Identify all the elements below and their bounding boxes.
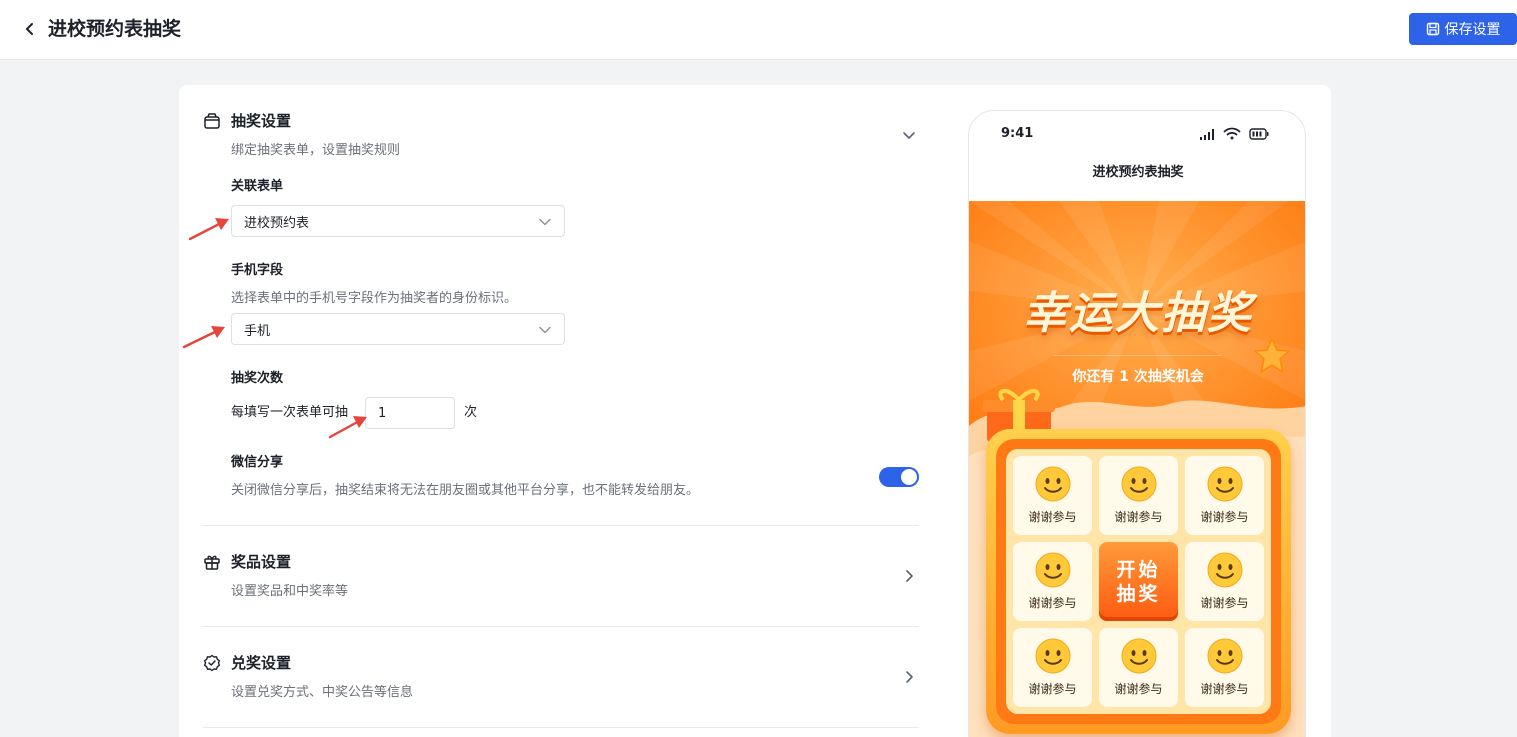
prize-cell-label: 谢谢参与 <box>1028 510 1077 524</box>
battery-icon <box>1249 127 1269 140</box>
smiley-icon <box>1121 638 1156 674</box>
start-lottery-button[interactable]: 开始抽奖 <box>1099 542 1178 621</box>
chevron-up-icon[interactable] <box>901 127 917 143</box>
prize-cell-label: 谢谢参与 <box>1200 510 1249 524</box>
smiley-icon <box>1207 552 1242 588</box>
smiley-icon <box>1207 638 1242 674</box>
annotation-arrow <box>182 326 225 349</box>
prize-cell[interactable]: 谢谢参与 <box>1013 542 1092 621</box>
redeem-settings-title[interactable]: 兑奖设置 <box>231 653 291 673</box>
draw-count-suffix: 次 <box>464 405 478 420</box>
top-bar: 进校预约表抽奖 保存设置 <box>0 0 1517 60</box>
lottery-banner: 幸运大抽奖 你还有 1 次抽奖机会 谢谢参与 谢谢参与 谢谢参与 谢谢参与 开始… <box>969 201 1305 737</box>
save-icon <box>1426 22 1439 36</box>
prize-cell-label: 谢谢参与 <box>1200 596 1249 610</box>
smiley-icon <box>1121 466 1156 502</box>
phone-field-help: 选择表单中的手机号字段作为抽奖者的身份标识。 <box>231 291 518 306</box>
wifi-icon <box>1223 127 1241 140</box>
smiley-icon <box>1207 466 1242 502</box>
prize-cell-label: 谢谢参与 <box>1114 682 1163 696</box>
prize-cell-label: 谢谢参与 <box>1028 682 1077 696</box>
lottery-board: 谢谢参与 谢谢参与 谢谢参与 谢谢参与 开始抽奖 谢谢参与 谢谢参与 谢谢参与 … <box>986 429 1291 734</box>
page-title: 进校预约表抽奖 <box>48 18 182 40</box>
annotation-arrow <box>188 218 229 241</box>
lottery-settings-title: 抽奖设置 <box>231 112 292 130</box>
wechat-share-help: 关闭微信分享后，抽奖结束将无法在朋友圈或其他平台分享，也不能转发给朋友。 <box>231 483 700 498</box>
divider <box>203 626 919 627</box>
prize-cell[interactable]: 谢谢参与 <box>1185 628 1264 707</box>
phone-preview: 9:41 进校预约表抽奖 幸运大抽奖 你还有 1 次抽奖机会 谢谢参与 谢谢参与… <box>968 110 1306 737</box>
prize-cell[interactable]: 谢谢参与 <box>1185 542 1264 621</box>
divider <box>203 727 919 728</box>
wechat-share-label: 微信分享 <box>231 455 284 470</box>
phone-field-label: 手机字段 <box>231 263 284 278</box>
form-select-value: 进校预约表 <box>244 215 310 231</box>
chevron-down-icon <box>539 218 551 226</box>
redeem-settings-desc: 设置兑奖方式、中奖公告等信息 <box>231 685 414 700</box>
divider <box>203 525 919 526</box>
back-icon[interactable] <box>18 16 42 42</box>
form-select[interactable]: 进校预约表 <box>231 205 565 237</box>
save-button-label: 保存设置 <box>1444 22 1501 38</box>
prize-cell[interactable]: 谢谢参与 <box>1099 456 1178 535</box>
chance-divider <box>1054 355 1222 356</box>
phone-select[interactable]: 手机 <box>231 313 565 345</box>
prize-settings-title[interactable]: 奖品设置 <box>231 552 291 572</box>
chevron-down-icon <box>539 326 551 334</box>
lottery-settings-desc: 绑定抽奖表单，设置抽奖规则 <box>231 143 401 158</box>
lottery-headline: 幸运大抽奖 <box>1023 288 1253 339</box>
draw-count-label: 抽奖次数 <box>231 371 284 386</box>
settings-card: 抽奖设置 绑定抽奖表单，设置抽奖规则 关联表单 进校预约表 手机字段 选择表单中… <box>179 85 1331 737</box>
toggle-knob <box>901 469 917 485</box>
prize-cell[interactable]: 谢谢参与 <box>1099 628 1178 707</box>
chevron-right-icon[interactable] <box>901 669 917 685</box>
badge-check-icon <box>203 654 221 672</box>
smiley-icon <box>1035 466 1070 502</box>
phone-select-value: 手机 <box>244 323 271 339</box>
star-icon <box>1254 338 1290 373</box>
prize-cell-label: 谢谢参与 <box>1200 682 1249 696</box>
phone-status-bar <box>1199 127 1269 140</box>
prize-cell[interactable]: 谢谢参与 <box>1013 628 1092 707</box>
prize-settings-desc: 设置奖品和中奖率等 <box>231 584 349 599</box>
form-field-label: 关联表单 <box>231 179 284 194</box>
chevron-right-icon[interactable] <box>901 568 917 584</box>
phone-page-title: 进校预约表抽奖 <box>1092 165 1184 180</box>
prize-cell[interactable]: 谢谢参与 <box>1185 456 1264 535</box>
save-button[interactable]: 保存设置 <box>1409 13 1517 45</box>
signal-icon <box>1200 128 1214 140</box>
draw-count-input[interactable] <box>365 397 455 429</box>
smiley-icon <box>1035 638 1070 674</box>
prize-cell[interactable]: 谢谢参与 <box>1013 456 1092 535</box>
gift-icon <box>203 553 221 571</box>
lottery-board-inner: 谢谢参与 谢谢参与 谢谢参与 谢谢参与 开始抽奖 谢谢参与 谢谢参与 谢谢参与 … <box>996 439 1281 724</box>
start-lottery-label: 开始抽奖 <box>1116 558 1161 605</box>
box-icon <box>203 112 221 130</box>
prize-cell-label: 谢谢参与 <box>1028 596 1077 610</box>
prize-cell-label: 谢谢参与 <box>1114 510 1163 524</box>
smiley-icon <box>1035 552 1070 588</box>
phone-time: 9:41 <box>1001 126 1034 141</box>
wechat-share-toggle[interactable] <box>879 467 919 487</box>
annotation-arrow <box>328 416 367 439</box>
lottery-grid: 谢谢参与 谢谢参与 谢谢参与 谢谢参与 开始抽奖 谢谢参与 谢谢参与 谢谢参与 … <box>1006 449 1271 714</box>
